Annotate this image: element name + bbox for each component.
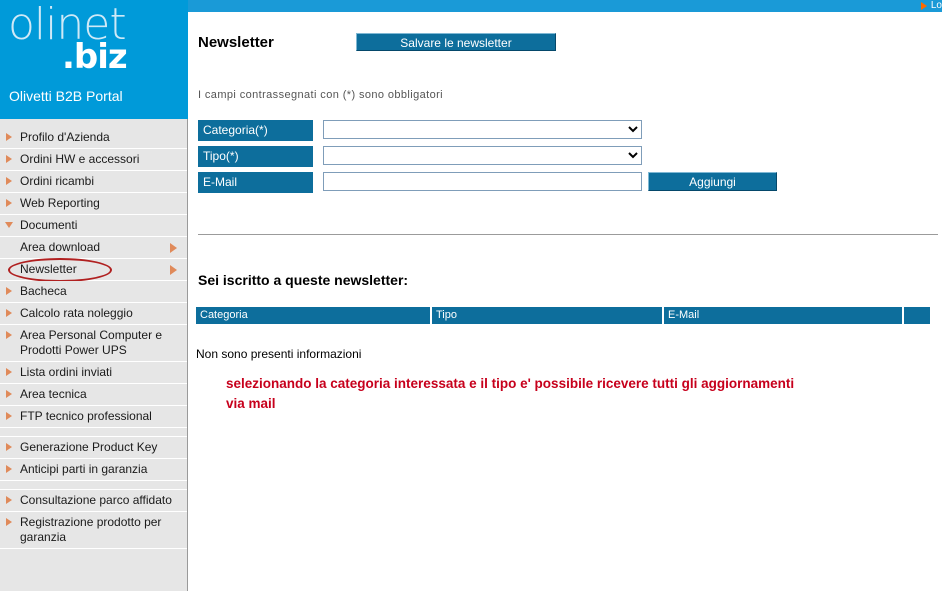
sidebar-item-label: Profilo d'Azienda <box>20 130 110 144</box>
form-row-tipo: Tipo(*) <box>198 146 928 167</box>
logo-tagline: Olivetti B2B Portal <box>9 88 123 104</box>
sidebar-item-label: Ordini ricambi <box>20 174 95 188</box>
sidebar-item-label: Area Personal Computer e Prodotti Power … <box>20 328 163 357</box>
sidebar-item-consultazione-parco-affidato[interactable]: Consultazione parco affidato <box>0 490 187 512</box>
sidebar-item-profilo-d-azienda[interactable]: Profilo d'Azienda <box>0 127 187 149</box>
right-arrow-icon <box>6 390 12 398</box>
sidebar-item-area-tecnica[interactable]: Area tecnica <box>0 384 187 406</box>
sidebar-group-spacer <box>0 428 187 437</box>
sidebar-item-area-download[interactable]: Area download <box>0 237 187 259</box>
sidebar-item-label: Web Reporting <box>20 196 100 210</box>
sidebar-item-ordini-ricambi[interactable]: Ordini ricambi <box>0 171 187 193</box>
red-annotation-text: selezionando la categoria interessata e … <box>226 376 795 411</box>
sidebar-item-area-personal-computer-e-prodotti-power-ups[interactable]: Area Personal Computer e Prodotti Power … <box>0 325 187 362</box>
control-tipo <box>323 146 642 165</box>
label-email: E-Mail <box>198 172 313 193</box>
required-fields-note: I campi contrassegnati con (*) sono obbl… <box>198 89 444 101</box>
form-row-email: E-Mail Aggiungi <box>198 172 928 193</box>
right-arrow-icon <box>6 133 12 141</box>
subscribed-heading: Sei iscritto a queste newsletter: <box>198 272 409 288</box>
right-arrow-icon <box>6 287 12 295</box>
logout-link-label: Lo <box>930 0 942 11</box>
sidebar-item-ftp-tecnico-professional[interactable]: FTP tecnico professional <box>0 406 187 428</box>
right-arrow-icon <box>6 368 12 376</box>
submenu-right-arrow-icon <box>170 265 177 275</box>
form-row-categoria: Categoria(*) <box>198 120 928 141</box>
right-arrow-icon <box>6 199 12 207</box>
table-col-email: E-Mail <box>664 307 904 324</box>
right-arrow-icon <box>6 443 12 451</box>
sidebar: olinet .biz Olivetti B2B Portal Profilo … <box>0 0 188 591</box>
sidebar-item-label: Area download <box>20 240 101 254</box>
save-newsletter-button[interactable]: Salvare le newsletter <box>356 33 556 51</box>
sidebar-item-label: FTP tecnico professional <box>20 409 152 423</box>
sidebar-item-label: Documenti <box>20 218 78 232</box>
sidebar-item-label: Generazione Product Key <box>20 440 158 454</box>
right-arrow-icon <box>6 412 12 420</box>
sidebar-item-label: Newsletter <box>8 258 112 282</box>
section-divider <box>198 234 938 235</box>
sidebar-item-web-reporting[interactable]: Web Reporting <box>0 193 187 215</box>
label-categoria: Categoria(*) <box>198 120 313 141</box>
sidebar-item-calcolo-rata-noleggio[interactable]: Calcolo rata noleggio <box>0 303 187 325</box>
control-categoria <box>323 120 642 139</box>
sidebar-item-label: Consultazione parco affidato <box>20 493 172 507</box>
submenu-right-arrow-icon <box>170 243 177 253</box>
label-tipo: Tipo(*) <box>198 146 313 167</box>
page-title: Newsletter <box>198 34 274 51</box>
right-arrow-icon <box>6 309 12 317</box>
right-arrow-icon <box>6 518 12 526</box>
table-col-categoria: Categoria <box>196 307 432 324</box>
right-arrow-icon <box>6 496 12 504</box>
sidebar-item-bacheca[interactable]: Bacheca <box>0 281 187 303</box>
sidebar-item-documenti[interactable]: Documenti <box>0 215 187 237</box>
sidebar-item-label: Ordini HW e accessori <box>20 152 140 166</box>
sidebar-item-newsletter[interactable]: Newsletter <box>0 258 187 282</box>
play-arrow-icon <box>920 2 927 10</box>
logo-block: olinet .biz Olivetti B2B Portal <box>0 0 188 119</box>
sidebar-item-label: Calcolo rata noleggio <box>20 306 133 320</box>
email-input[interactable] <box>323 172 642 191</box>
newsletter-form: Categoria(*) Tipo(*) E-Mail Aggiungi <box>198 120 928 198</box>
add-button[interactable]: Aggiungi <box>648 172 777 191</box>
categoria-select[interactable] <box>323 120 642 139</box>
sidebar-item-label: Area tecnica <box>20 387 87 401</box>
sidebar-item-label: Anticipi parti in garanzia <box>20 462 148 476</box>
newsletter-table-header: Categoria Tipo E-Mail <box>196 307 930 324</box>
control-email <box>323 172 642 191</box>
table-empty-message: Non sono presenti informazioni <box>196 347 362 361</box>
sidebar-item-label: Bacheca <box>20 284 67 298</box>
logout-link[interactable]: Lo <box>920 0 942 12</box>
sidebar-item-lista-ordini-inviati[interactable]: Lista ordini inviati <box>0 362 187 384</box>
top-bar: Lo <box>188 0 942 12</box>
right-arrow-icon <box>6 177 12 185</box>
sidebar-item-ordini-hw-e-accessori[interactable]: Ordini HW e accessori <box>0 149 187 171</box>
logo-text-biz: .biz <box>62 37 128 77</box>
right-arrow-icon <box>6 155 12 163</box>
sidebar-nav: Profilo d'Azienda Ordini HW e accessori Or… <box>0 127 187 549</box>
main-content: Newsletter Salvare le newsletter I campi… <box>188 12 942 591</box>
page-root: Lo olinet .biz Olivetti B2B Portal Profi… <box>0 0 942 591</box>
sidebar-item-label: Registrazione prodotto per garanzia <box>20 515 162 544</box>
sidebar-item-registrazione-prodotto-per-garanzia[interactable]: Registrazione prodotto per garanzia <box>0 512 187 549</box>
right-arrow-icon <box>6 331 12 339</box>
sidebar-item-anticipi-parti-in-garanzia[interactable]: Anticipi parti in garanzia <box>0 459 187 481</box>
table-col-tipo: Tipo <box>432 307 664 324</box>
sidebar-item-label: Lista ordini inviati <box>20 365 113 379</box>
sidebar-item-generazione-product-key[interactable]: Generazione Product Key <box>0 437 187 459</box>
sidebar-group-spacer <box>0 481 187 490</box>
table-col-actions <box>904 307 930 324</box>
down-arrow-icon <box>5 222 13 228</box>
right-arrow-icon <box>6 465 12 473</box>
tipo-select[interactable] <box>323 146 642 165</box>
